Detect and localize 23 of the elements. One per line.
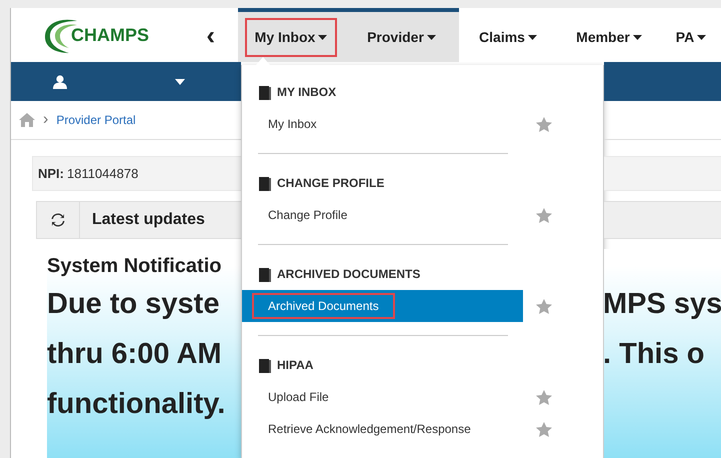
breadcrumb-link[interactable]: Provider Portal [56,113,136,127]
breadcrumb-separator: › [43,111,48,129]
nav-tab[interactable]: My Inbox [238,8,344,62]
nav-tab[interactable]: Provider [344,8,459,62]
section-title: HIPAA [277,358,314,372]
npi-text: NPI: 1811044878 [38,166,138,181]
panel-title: Latest updates [91,210,205,230]
menu-item[interactable]: My Inbox [242,108,523,140]
menu-item[interactable]: Upload File [242,381,523,413]
section-title: MY INBOX [277,85,336,99]
notice-title: System Notificatio [47,255,222,277]
menu-item[interactable]: Change Profile [242,199,523,231]
collapse-button[interactable]: ‹ [202,22,219,48]
menu-item[interactable]: Archived Documents [242,290,523,322]
section-title: CHANGE PROFILE [277,176,384,190]
notice-text: Due to syste [47,288,220,320]
notice-text: MPS sys [603,288,721,320]
logo[interactable]: CHAMPS [41,15,150,55]
menu-item[interactable]: Retrieve Acknowledgement/Response [242,413,523,445]
notice-text: . This o [603,338,704,370]
notice-text: functionality. [47,388,226,420]
section-title: ARCHIVED DOCUMENTS [277,267,420,281]
notice-text: thru 6:00 AM [47,338,222,370]
